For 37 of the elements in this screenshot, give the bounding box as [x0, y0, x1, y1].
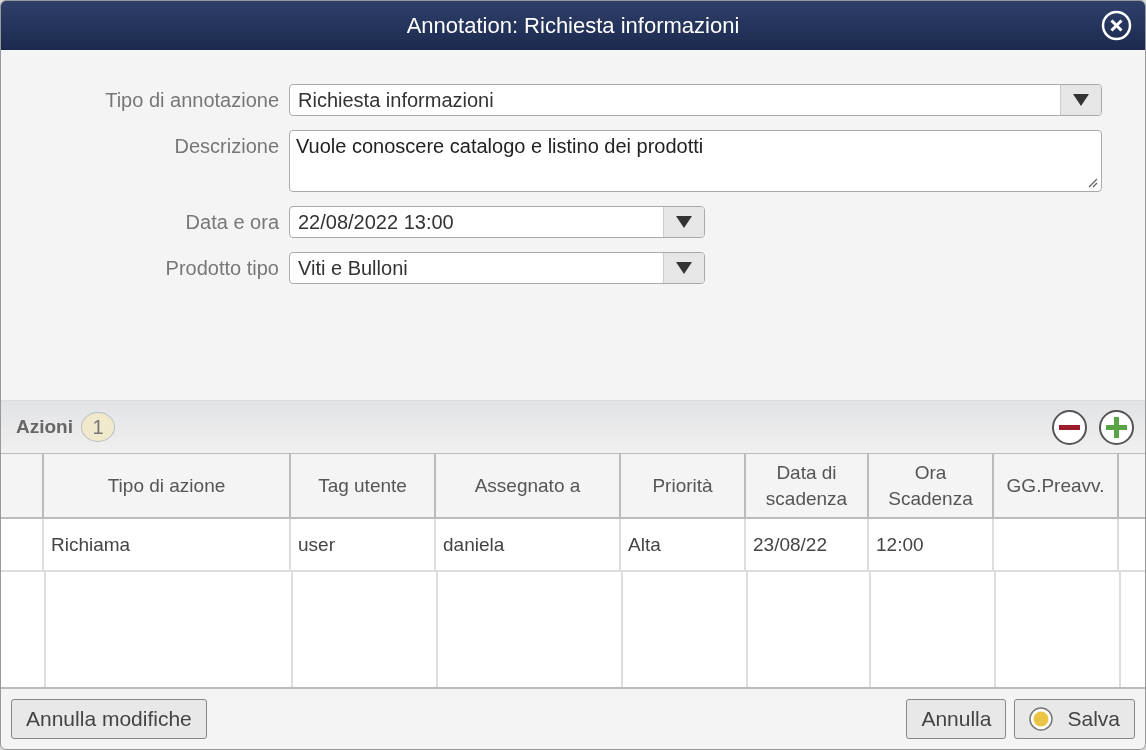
column-header[interactable]: Assegnato a: [436, 454, 621, 517]
dropdown-arrow-icon: [1073, 94, 1089, 106]
minus-circle-icon: [1051, 408, 1088, 446]
plus-circle-icon: [1098, 408, 1135, 446]
table-cell: Richiama: [44, 519, 291, 570]
column-header[interactable]: Priorità: [621, 454, 746, 517]
dropdown-field[interactable]: 22/08/2022 13:00: [289, 206, 705, 238]
remove-button[interactable]: [1051, 408, 1088, 446]
table-cell: user: [291, 519, 436, 570]
column-header[interactable]: Tipo di azione: [44, 454, 291, 517]
column-header[interactable]: Ora Scadenza: [869, 454, 994, 517]
field-label: Data e ora: [184, 210, 280, 235]
field-label: Descrizione: [173, 134, 280, 159]
count-badge: 1: [81, 412, 115, 442]
dropdown-field[interactable]: Richiesta informazioni: [289, 84, 1102, 116]
status-dot-icon: [1029, 707, 1054, 731]
dropdown-arrow-icon: [676, 216, 692, 228]
column-header[interactable]: Data di scadenza: [746, 454, 869, 517]
table-cell: daniela: [436, 519, 621, 570]
resize-grip-icon[interactable]: [1086, 176, 1098, 188]
table-cell: 23/08/22: [746, 519, 869, 570]
column-header[interactable]: Tag utente: [291, 454, 436, 517]
table-cell: Alta: [621, 519, 746, 570]
column-header[interactable]: GG.Preavv.: [994, 454, 1119, 517]
action-button[interactable]: Annulla: [906, 699, 1007, 739]
description-field[interactable]: Vuole conoscere catalogo e listino dei prodotti: [289, 130, 1102, 192]
add-button[interactable]: [1098, 408, 1135, 446]
action-button[interactable]: Salva: [1014, 699, 1135, 739]
section-title: Azioni: [16, 416, 73, 438]
close-icon[interactable]: [1101, 10, 1132, 41]
field-label: Tipo di annotazione: [104, 88, 280, 113]
table-cell: 12:00: [869, 519, 994, 570]
window-title: Annotation: Richiesta informazioni: [406, 12, 740, 39]
dropdown-arrow-icon: [676, 262, 692, 274]
action-button[interactable]: Annulla modifiche: [11, 699, 207, 739]
field-label: Prodotto tipo: [164, 256, 280, 281]
dropdown-field[interactable]: Viti e Bulloni: [289, 252, 705, 284]
